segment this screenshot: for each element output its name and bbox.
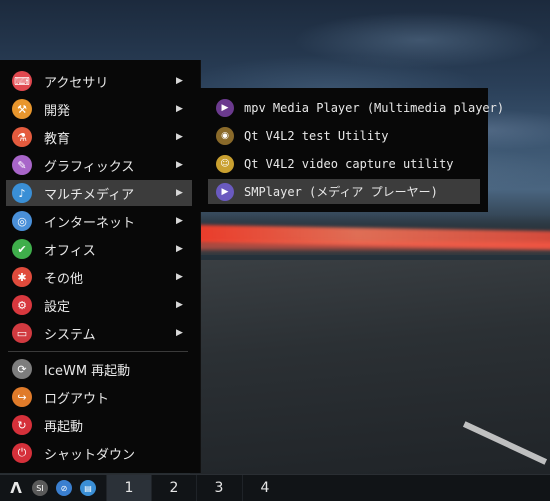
accessories-icon: ⌨ [12, 71, 32, 91]
menu-item[interactable]: ⌨ アクセサリ ▶ [6, 68, 192, 94]
logout-icon: ↪ [12, 387, 32, 407]
menu-item[interactable]: ⚗ 教育 ▶ [6, 124, 192, 150]
files-icon: ▤ [80, 480, 96, 496]
menu-item-label: 教育 [44, 131, 71, 147]
quick-launch-button[interactable]: ⊘ [54, 478, 74, 498]
quick-launch-button[interactable]: ▤ [78, 478, 98, 498]
menu-item[interactable]: ⏻ シャットダウン [6, 440, 192, 466]
submenu-arrow-icon: ▶ [176, 188, 183, 198]
internet-icon: ◎ [12, 211, 32, 231]
reload-icon: ⟳ [12, 359, 32, 379]
multimedia-icon: ♪ [12, 183, 32, 203]
menu-item[interactable]: ♪ マルチメディア ▶ [6, 180, 192, 206]
capture-icon: ☺ [216, 154, 234, 173]
workspace-button[interactable]: 1 [106, 475, 151, 501]
development-icon: ⚒ [12, 99, 32, 119]
submenu-arrow-icon: ▶ [176, 272, 183, 282]
submenu-arrow-icon: ▶ [176, 244, 183, 254]
submenu-arrow-icon: ▶ [176, 76, 183, 86]
submenu-arrow-icon: ▶ [176, 132, 183, 142]
graphics-icon: ✎ [12, 155, 32, 175]
office-icon: ✔ [12, 239, 32, 259]
submenu-item-label: SMPlayer (メディア プレーヤー) [244, 185, 438, 199]
menu-item-label: グラフィックス [44, 159, 135, 175]
system-icon: ▭ [12, 323, 32, 343]
webcam-icon: ◉ [216, 126, 234, 145]
settings-icon: ⚙ [12, 295, 32, 315]
submenu-arrow-icon: ▶ [176, 160, 183, 170]
workspace-button[interactable]: 2 [151, 475, 196, 501]
submenu-item[interactable]: ☺ Qt V4L2 video capture utility [208, 151, 480, 176]
menu-item[interactable]: ◎ インターネット ▶ [6, 208, 192, 234]
quick-launch-button[interactable]: SI [30, 478, 50, 498]
submenu-arrow-icon: ▶ [176, 328, 183, 338]
menu-item[interactable]: ⚙ 設定 ▶ [6, 292, 192, 318]
submenu-arrow-icon: ▶ [176, 104, 183, 114]
menu-item-label: 再起動 [44, 419, 84, 435]
menu-item-label: オフィス [44, 243, 96, 259]
menu-separator [8, 351, 188, 352]
shutdown-icon: ⏻ [12, 443, 32, 463]
start-menu: ⌨ アクセサリ ▶ ⚒ 開発 ▶ ⚗ 教育 ▶ ✎ グラフィックス ▶ ♪ マルチメディア ▶ ◎ インターネッ… [0, 60, 201, 473]
menu-item[interactable]: ⚒ 開発 ▶ [6, 96, 192, 122]
submenu-item[interactable]: ◉ Qt V4L2 test Utility [208, 123, 480, 148]
menu-item[interactable]: ✱ その他 ▶ [6, 264, 192, 290]
menu-item-label: 開発 [44, 103, 71, 119]
si-icon: SI [32, 480, 48, 496]
multimedia-submenu: ▶ mpv Media Player (Multimedia player) ◉ Qt… [200, 88, 504, 212]
menu-item[interactable]: ⟳ IceWM 再起動 [6, 356, 192, 382]
wallpaper-light-trail-glow [195, 242, 550, 250]
submenu-arrow-icon: ▶ [176, 216, 183, 226]
menu-item-label: IceWM 再起動 [44, 363, 131, 379]
other-icon: ✱ [12, 267, 32, 287]
submenu-item-label: Qt V4L2 video capture utility [244, 156, 454, 171]
submenu-item[interactable]: ▶ mpv Media Player (Multimedia player) [208, 95, 504, 120]
menu-item[interactable]: ✔ オフィス ▶ [6, 236, 192, 262]
submenu-item[interactable]: ▶ SMPlayer (メディア プレーヤー) [208, 179, 480, 204]
menu-item[interactable]: ↪ ログアウト [6, 384, 192, 410]
menu-item-label: 設定 [44, 299, 71, 315]
menu-item-label: アクセサリ [44, 75, 109, 91]
start-menu-icon: Λ [10, 479, 22, 497]
mpv-icon: ▶ [216, 98, 234, 117]
menu-item-label: インターネット [44, 215, 136, 231]
restart-icon: ↻ [12, 415, 32, 435]
submenu-item-label: mpv Media Player (Multimedia player) [244, 100, 505, 115]
menu-item-label: シャットダウン [44, 447, 136, 463]
submenu-item-label: Qt V4L2 test Utility [244, 128, 389, 143]
menu-item-label: ログアウト [44, 391, 110, 407]
menu-item[interactable]: ↻ 再起動 [6, 412, 192, 438]
menu-item-label: システム [44, 327, 96, 343]
menu-item[interactable]: ✎ グラフィックス ▶ [6, 152, 192, 178]
taskbar: Λ SI ⊘ ▤ 1234 [0, 474, 550, 501]
workspace-button[interactable]: 3 [196, 475, 241, 501]
smplayer-icon: ▶ [216, 182, 234, 201]
menu-item[interactable]: ▭ システム ▶ [6, 320, 192, 346]
menu-item-label: マルチメディア [44, 187, 135, 203]
workspace-button[interactable]: 4 [242, 475, 287, 501]
education-icon: ⚗ [12, 127, 32, 147]
menu-item-label: その他 [44, 271, 84, 287]
network-icon: ⊘ [56, 480, 72, 496]
submenu-arrow-icon: ▶ [176, 300, 183, 310]
start-button[interactable]: Λ [4, 478, 28, 498]
